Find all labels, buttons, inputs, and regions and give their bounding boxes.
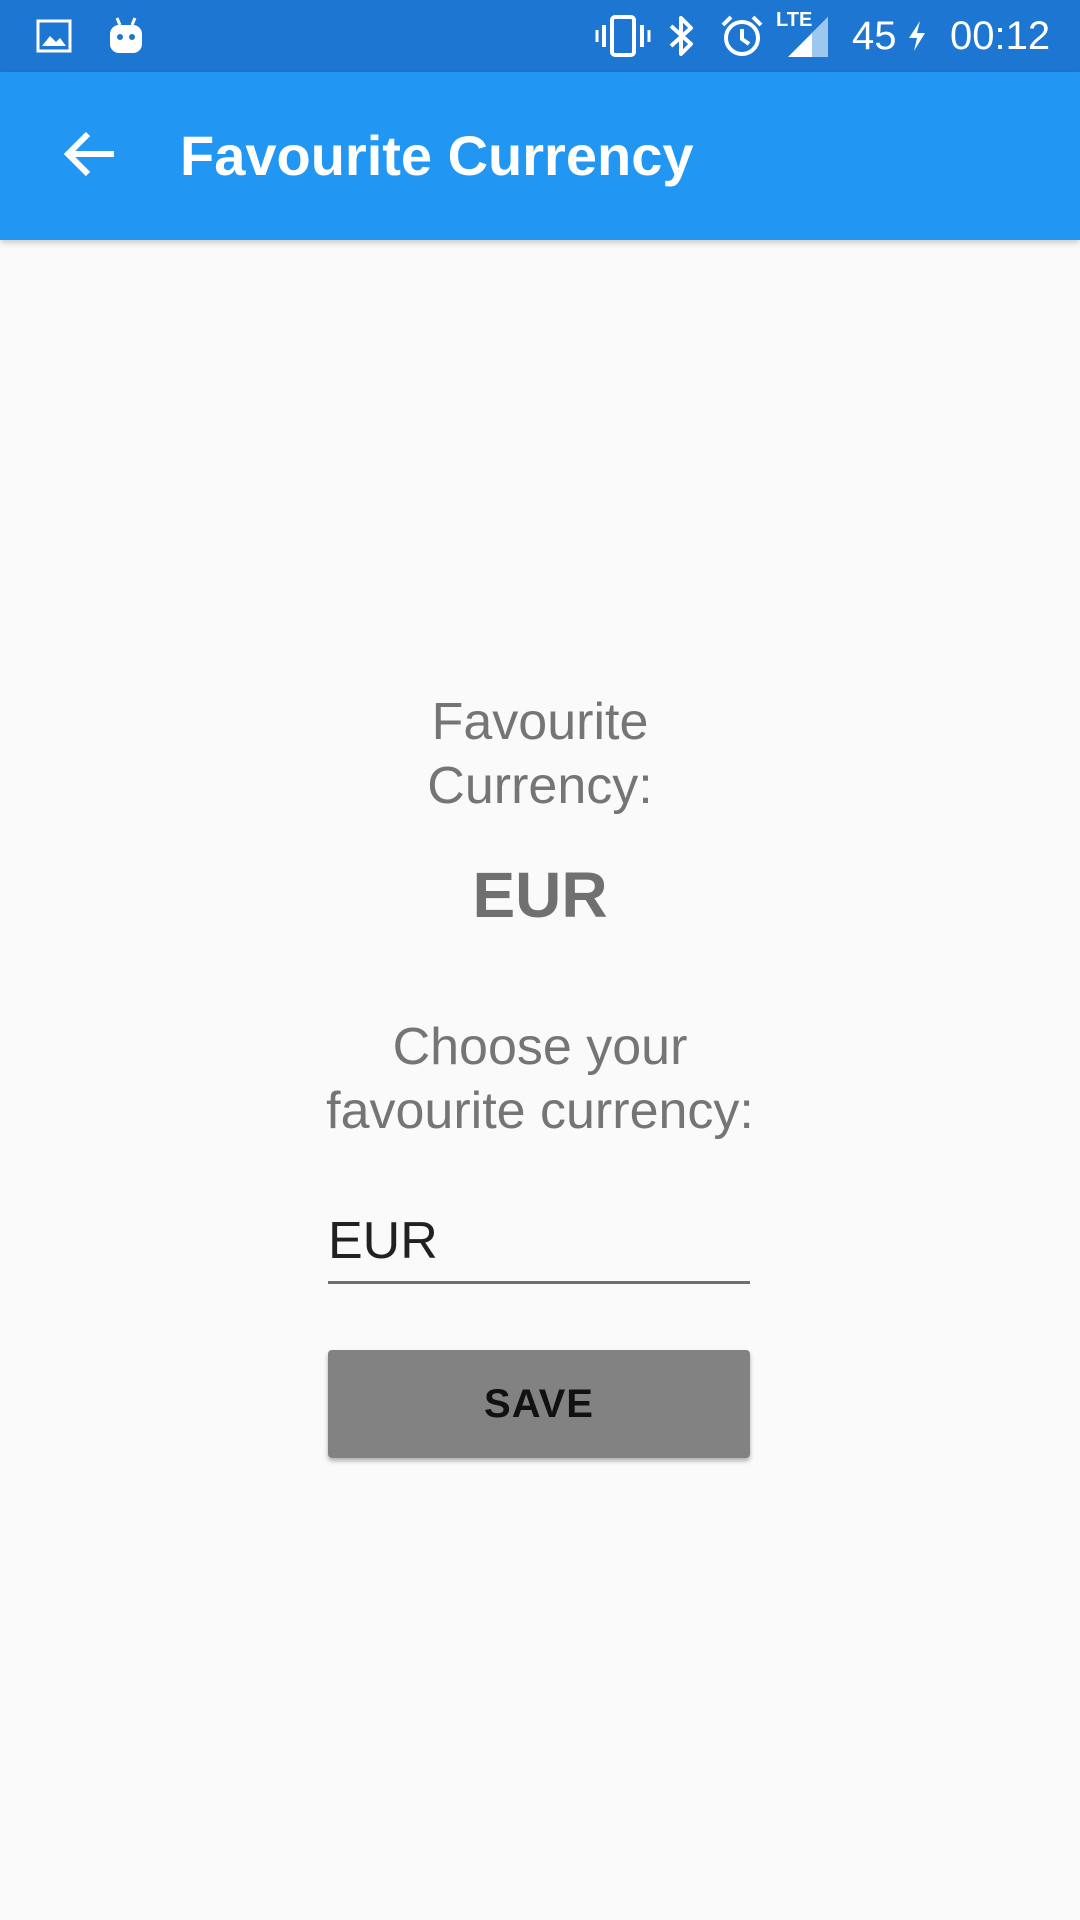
charging-icon xyxy=(904,0,930,72)
clock: 00:12 xyxy=(950,14,1051,58)
current-currency-value: EUR xyxy=(472,859,608,931)
choose-currency-label-text: Choose your favourite currency: xyxy=(326,1018,754,1140)
alarm-icon xyxy=(718,0,766,72)
bluetooth-icon xyxy=(664,0,700,72)
choose-currency-label: Choose your favourite currency: xyxy=(0,1015,1080,1143)
lte-label: LTE xyxy=(776,9,813,31)
app-bar: Favourite Currency xyxy=(0,72,1080,240)
favourite-currency-label-text: Favourite Currency: xyxy=(427,693,653,815)
battery-level: 45 xyxy=(852,14,897,58)
vibrate-icon xyxy=(594,0,652,72)
arrow-back-icon xyxy=(63,130,116,183)
image-icon xyxy=(34,0,74,72)
currency-input[interactable] xyxy=(328,1200,750,1284)
save-button[interactable]: SAVE xyxy=(328,1350,750,1458)
page-title: Favourite Currency xyxy=(180,124,694,187)
back-button[interactable] xyxy=(42,108,138,204)
status-bar: LTE 45 00:12 xyxy=(0,0,1080,72)
android-icon xyxy=(106,0,146,72)
favourite-currency-label: Favourite Currency: xyxy=(0,690,1080,818)
